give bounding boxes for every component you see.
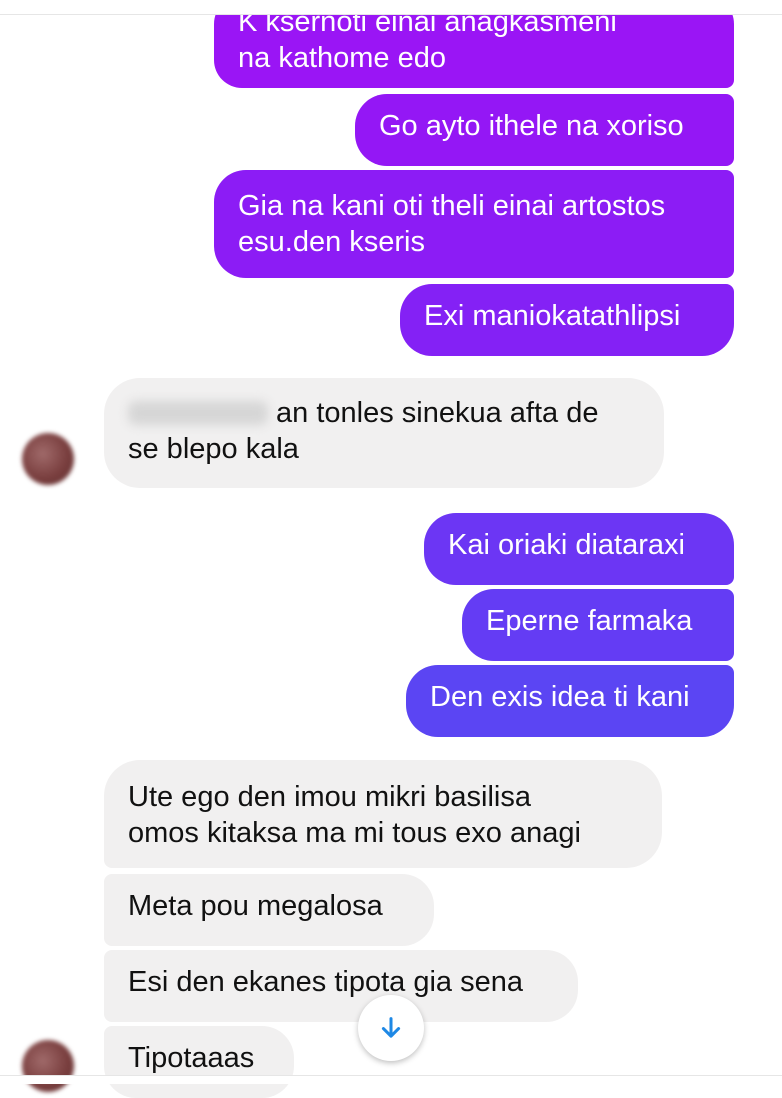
incoming-message[interactable]: Tipotaaas (104, 1026, 294, 1098)
message-text: omos kitaksa ma mi tous exo anagi (128, 817, 581, 849)
bottom-divider (0, 1075, 782, 1084)
outgoing-message[interactable]: Gia na kani oti theli einai artostos esu… (214, 170, 734, 278)
message-text: Gia na kani oti theli einai artostos (238, 190, 666, 222)
message-text: Eperne farmaka (486, 605, 693, 637)
redacted-name (128, 401, 268, 425)
message-text: Tipotaaas (128, 1042, 255, 1074)
message-text: Den exis idea ti kani (430, 681, 690, 713)
top-divider (0, 0, 782, 15)
contact-avatar[interactable] (22, 433, 74, 485)
outgoing-message[interactable]: Kai oriaki diataraxi (424, 513, 734, 585)
message-text: Meta pou megalosa (128, 890, 383, 922)
message-text: an tonles sinekua afta de (276, 397, 599, 429)
outgoing-message[interactable]: Go ayto ithele na xoriso (355, 94, 734, 166)
message-text: na kathome edo (238, 42, 446, 74)
outgoing-message[interactable]: Den exis idea ti kani (406, 665, 734, 737)
outgoing-message[interactable]: Exi maniokatathlipsi (400, 284, 734, 356)
message-text: Go ayto ithele na xoriso (379, 110, 684, 142)
message-text: esu.den kseris (238, 226, 425, 258)
incoming-message[interactable]: an tonles sinekua afta de se blepo kala (104, 378, 664, 488)
contact-avatar[interactable] (22, 1040, 74, 1092)
incoming-message[interactable]: Ute ego den imou mikri basilisa omos kit… (104, 760, 662, 868)
arrow-down-icon (381, 1017, 401, 1038)
message-text: Esi den ekanes tipota gia sena (128, 966, 523, 998)
incoming-message[interactable]: Meta pou megalosa (104, 874, 434, 946)
message-text: Kai oriaki diataraxi (448, 529, 685, 561)
message-text: se blepo kala (128, 433, 299, 465)
message-text: Exi maniokatathlipsi (424, 300, 681, 332)
incoming-message[interactable]: Esi den ekanes tipota gia sena (104, 950, 578, 1022)
message-text: Ute ego den imou mikri basilisa (128, 781, 531, 813)
outgoing-message[interactable]: Eperne farmaka (462, 589, 734, 661)
scroll-to-bottom-button[interactable] (358, 995, 424, 1061)
